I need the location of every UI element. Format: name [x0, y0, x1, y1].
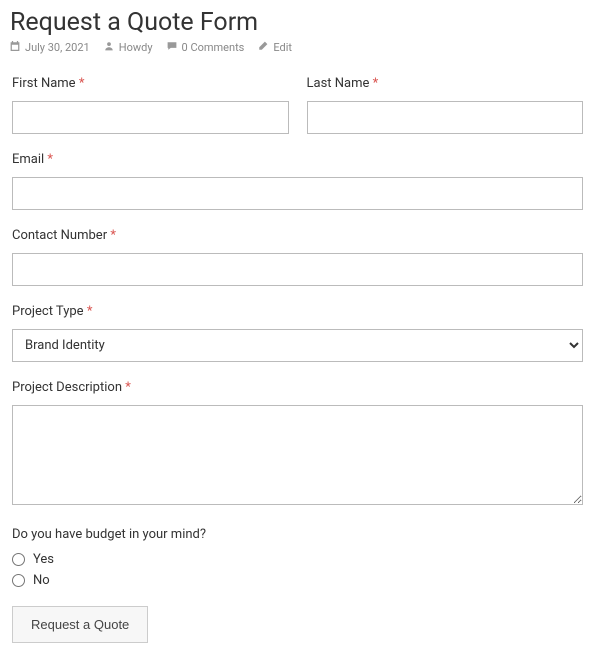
- budget-option-yes[interactable]: Yes: [12, 552, 583, 567]
- post-meta: July 30, 2021 Howdy 0 Comments Edit: [10, 41, 585, 54]
- budget-label: Do you have budget in your mind?: [12, 527, 583, 542]
- email-input[interactable]: [12, 177, 583, 210]
- last-name-label-text: Last Name: [307, 76, 370, 91]
- user-icon: [104, 41, 114, 54]
- project-desc-label-text: Project Description: [12, 380, 122, 395]
- budget-yes-text: Yes: [33, 552, 54, 567]
- budget-radio-no[interactable]: [12, 574, 25, 587]
- required-marker: *: [47, 152, 53, 167]
- budget-no-text: No: [33, 573, 50, 588]
- first-name-label: First Name *: [12, 76, 289, 91]
- post-comments[interactable]: 0 Comments: [167, 41, 245, 54]
- required-marker: *: [87, 304, 93, 319]
- first-name-label-text: First Name: [12, 76, 76, 91]
- email-label-text: Email: [12, 152, 44, 167]
- edit-icon: [258, 41, 268, 54]
- project-desc-input[interactable]: [12, 405, 583, 505]
- budget-option-no[interactable]: No: [12, 573, 583, 588]
- first-name-input[interactable]: [12, 101, 289, 134]
- calendar-icon: [10, 41, 20, 54]
- post-date-text: July 30, 2021: [25, 41, 90, 54]
- project-type-label-text: Project Type: [12, 304, 84, 319]
- project-type-label: Project Type *: [12, 304, 583, 319]
- submit-button[interactable]: Request a Quote: [12, 606, 148, 643]
- post-comments-text: 0 Comments: [182, 41, 245, 54]
- required-marker: *: [79, 76, 85, 91]
- project-desc-label: Project Description *: [12, 380, 583, 395]
- last-name-input[interactable]: [307, 101, 584, 134]
- post-author[interactable]: Howdy: [104, 41, 153, 54]
- required-marker: *: [125, 380, 131, 395]
- email-label: Email *: [12, 152, 583, 167]
- contact-label-text: Contact Number: [12, 228, 107, 243]
- quote-form: First Name * Last Name * Email * Contact…: [10, 76, 585, 643]
- page-title: Request a Quote Form: [10, 8, 585, 37]
- budget-radio-yes[interactable]: [12, 553, 25, 566]
- project-type-select[interactable]: Brand Identity: [12, 329, 583, 362]
- required-marker: *: [373, 76, 379, 91]
- contact-input[interactable]: [12, 253, 583, 286]
- comment-icon: [167, 41, 177, 54]
- last-name-label: Last Name *: [307, 76, 584, 91]
- post-edit-text: Edit: [273, 41, 292, 54]
- post-edit[interactable]: Edit: [258, 41, 292, 54]
- contact-label: Contact Number *: [12, 228, 583, 243]
- post-author-text: Howdy: [119, 41, 153, 54]
- required-marker: *: [110, 228, 116, 243]
- post-date: July 30, 2021: [10, 41, 90, 54]
